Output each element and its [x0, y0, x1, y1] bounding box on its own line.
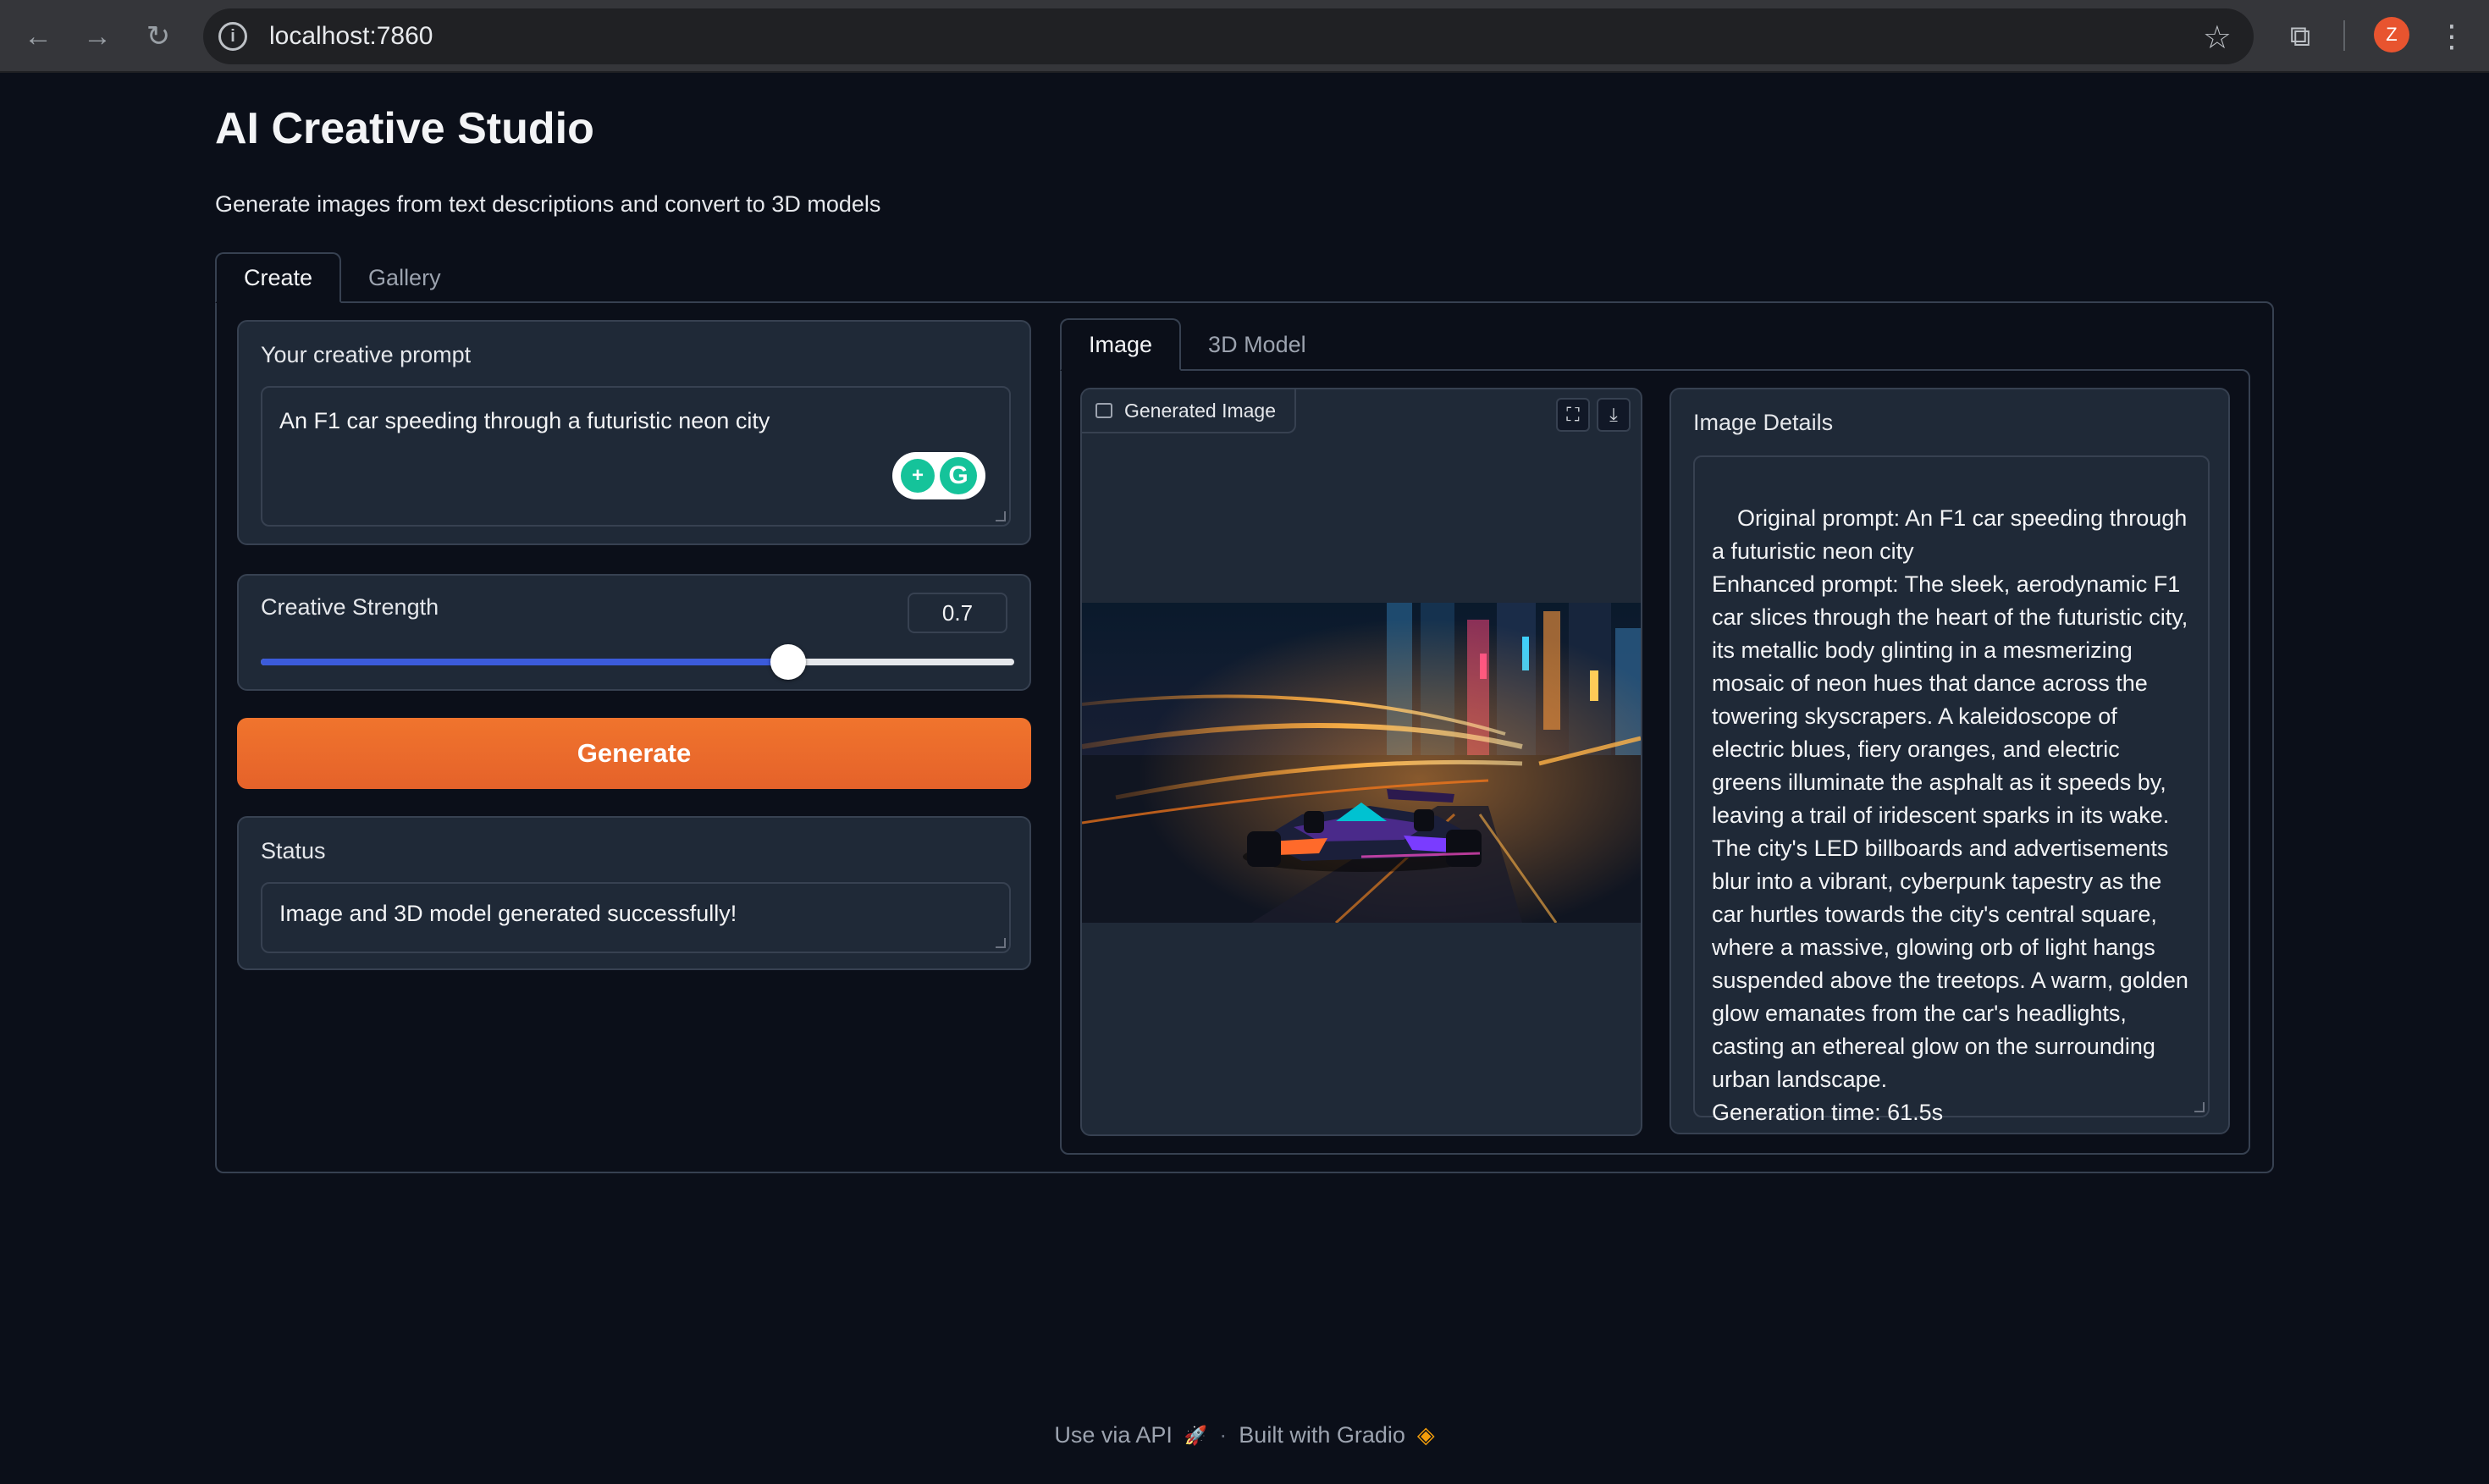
image-details-label: Image Details — [1693, 410, 1834, 435]
tab-gallery[interactable]: Gallery — [341, 252, 468, 303]
strength-number-input[interactable]: 0.7 — [908, 593, 1007, 633]
extensions-icon[interactable]: ⧉ — [2279, 15, 2321, 58]
tab-image[interactable]: Image — [1060, 318, 1182, 371]
forward-icon[interactable]: → — [76, 15, 119, 58]
footer-separator: · — [1219, 1422, 1228, 1448]
footer: Use via API 🚀 · Built with Gradio ◈ — [0, 1422, 2489, 1448]
main-tabs: Create Gallery — [215, 252, 468, 303]
grammarly-widget[interactable]: + G — [892, 452, 985, 499]
resize-handle-icon[interactable] — [996, 511, 1006, 521]
generated-image-label: Generated Image — [1082, 389, 1297, 433]
strength-label: Creative Strength — [261, 594, 439, 620]
generated-image-label-text: Generated Image — [1124, 399, 1277, 422]
resize-handle-icon[interactable] — [996, 938, 1006, 948]
prompt-input[interactable]: An F1 car speeding through a futuristic … — [261, 386, 1011, 527]
status-output[interactable]: Image and 3D model generated successfull… — [261, 882, 1011, 953]
page-title: AI Creative Studio — [215, 104, 594, 153]
generated-image — [1082, 603, 1641, 923]
image-details-block: Image Details Original prompt: An F1 car… — [1669, 388, 2230, 1134]
prompt-label: Your creative prompt — [261, 342, 472, 367]
grammarly-icon[interactable]: G — [940, 457, 977, 494]
generated-image-block: Generated Image ⛶ ⤓ — [1080, 388, 1642, 1136]
bookmark-star-icon[interactable]: ☆ — [2203, 19, 2232, 57]
generate-button[interactable]: Generate — [237, 718, 1031, 789]
image-details-output[interactable]: Original prompt: An F1 car speeding thro… — [1693, 455, 2210, 1125]
page-subtitle: Generate images from text descriptions a… — [215, 191, 881, 217]
prompt-block: Your creative prompt An F1 car speeding … — [237, 320, 1031, 545]
toolbar-divider — [2343, 20, 2345, 51]
slider-thumb[interactable] — [770, 644, 806, 680]
browser-toolbar: ← → ↻ i localhost:7860 ☆ ⧉ Z ⋮ — [0, 0, 2489, 73]
tab-3d-model[interactable]: 3D Model — [1181, 318, 1333, 371]
rocket-icon: 🚀 — [1184, 1424, 1208, 1446]
lightbulb-icon[interactable]: + — [901, 459, 935, 493]
browser-menu-icon[interactable]: ⋮ — [2435, 15, 2469, 58]
reload-icon[interactable]: ↻ — [137, 15, 179, 58]
image-details-text: Original prompt: An F1 car speeding thro… — [1712, 505, 2188, 1125]
prompt-input-text[interactable]: An F1 car speeding through a futuristic … — [279, 408, 770, 433]
address-bar[interactable]: i localhost:7860 ☆ — [203, 8, 2254, 64]
download-icon[interactable]: ⤓ — [1597, 398, 1631, 432]
back-icon[interactable]: ← — [17, 15, 59, 58]
output-tabs: Image 3D Model — [1060, 318, 1333, 371]
status-label: Status — [261, 838, 326, 863]
built-with-gradio-link[interactable]: Built with Gradio — [1239, 1422, 1405, 1448]
use-via-api-link[interactable]: Use via API — [1054, 1422, 1173, 1448]
resize-handle-icon[interactable] — [2194, 1102, 2205, 1112]
slider-fill — [261, 659, 788, 665]
generated-image-art — [1082, 603, 1641, 923]
tab-create[interactable]: Create — [215, 252, 342, 303]
strength-block: Creative Strength 0.7 — [237, 574, 1031, 691]
site-info-icon[interactable]: i — [218, 22, 247, 51]
url-text[interactable]: localhost:7860 — [269, 22, 433, 51]
status-text: Image and 3D model generated successfull… — [279, 901, 737, 926]
profile-avatar[interactable]: Z — [2374, 17, 2409, 52]
image-icon — [1095, 403, 1112, 418]
strength-slider[interactable] — [261, 644, 1014, 680]
gradio-logo-icon: ◈ — [1416, 1422, 1435, 1448]
fullscreen-icon[interactable]: ⛶ — [1556, 398, 1590, 432]
status-block: Status Image and 3D model generated succ… — [237, 816, 1031, 970]
